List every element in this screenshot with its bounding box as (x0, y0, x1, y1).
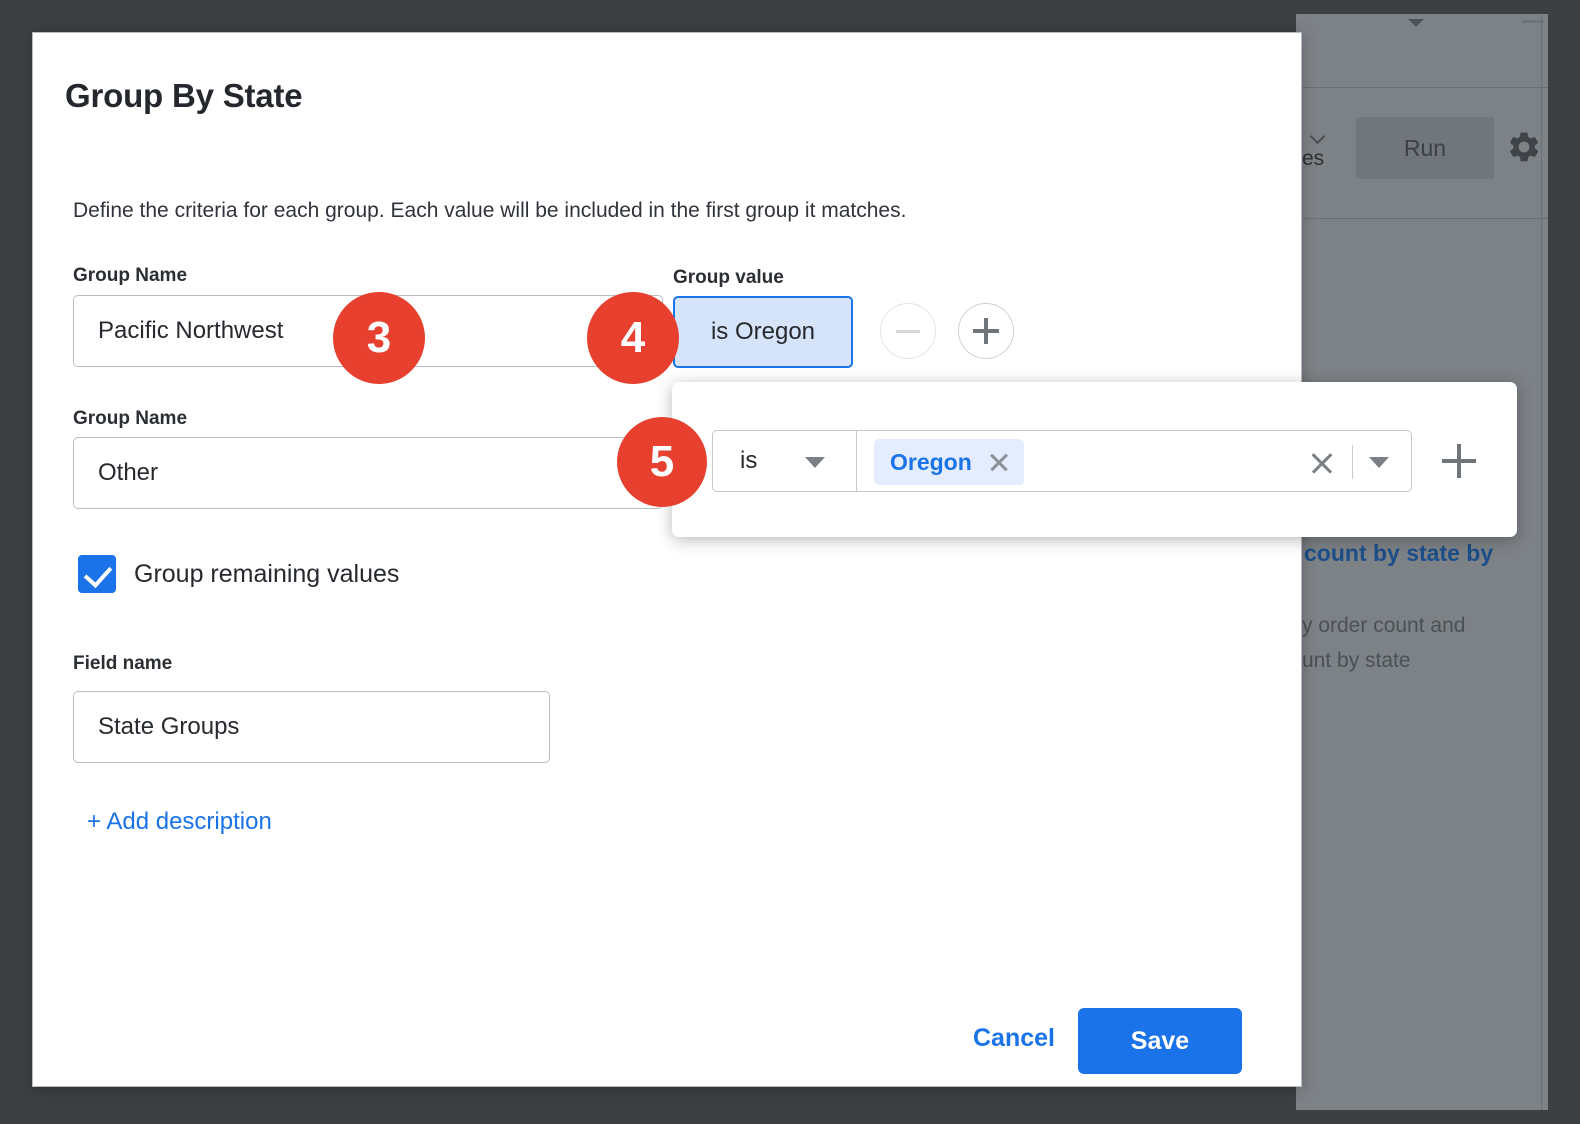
plus-icon[interactable] (1442, 444, 1476, 478)
field-name-label: Field name (73, 653, 172, 675)
chevron-down-icon (1408, 19, 1424, 27)
field-name-input[interactable]: State Groups (73, 691, 550, 763)
chevron-down-icon (1312, 131, 1325, 139)
minus-icon[interactable] (880, 303, 936, 359)
step-badge-4: 4 (587, 292, 679, 384)
run-button: Run (1356, 117, 1494, 179)
dialog-description: Define the criteria for each group. Each… (73, 199, 906, 223)
group-name-label-2: Group Name (73, 408, 187, 430)
clear-icon[interactable] (1309, 450, 1335, 476)
background-dropdown-label: es (1302, 147, 1324, 171)
gear-icon (1506, 129, 1542, 165)
filter-value-chip-label: Oregon (890, 449, 972, 476)
group-remaining-values-checkbox[interactable] (78, 555, 116, 593)
step-badge-3: 3 (333, 292, 425, 384)
caret-down-icon[interactable] (1369, 457, 1389, 468)
step-badge-5: 5 (617, 417, 707, 507)
group-by-state-dialog: Group By State Define the criteria for e… (32, 32, 1302, 1087)
group-name-input-2[interactable]: Other (73, 437, 663, 509)
background-body-text-line-1: y order count and (1302, 614, 1465, 638)
background-application: es Run count by state by y order count a… (1296, 14, 1548, 1110)
plus-icon[interactable] (958, 303, 1014, 359)
background-body-text-line-2: unt by state (1302, 649, 1411, 673)
filter-values-field[interactable]: Oregon (857, 430, 1412, 492)
group-name-label-1: Group Name (73, 265, 187, 287)
cancel-button[interactable]: Cancel (939, 1008, 1089, 1068)
close-icon[interactable] (988, 451, 1010, 473)
group-value-chip-1[interactable]: is Oregon (673, 296, 853, 368)
background-toolbar: es Run (1296, 89, 1548, 219)
filter-field-divider (1352, 445, 1353, 479)
save-button[interactable]: Save (1078, 1008, 1242, 1074)
background-panel-divider (1541, 14, 1542, 1110)
group-value-label: Group value (673, 267, 784, 289)
filter-value-chip[interactable]: Oregon (874, 439, 1024, 485)
caret-down-icon (805, 457, 825, 468)
add-description-link[interactable]: + Add description (87, 808, 272, 836)
group-remaining-values-label: Group remaining values (134, 560, 399, 589)
filter-popover: is Oregon (672, 382, 1517, 537)
filter-operator-dropdown[interactable]: is (712, 430, 857, 492)
page-title: Group By State (65, 77, 302, 115)
group-remaining-values-row[interactable]: Group remaining values (78, 555, 399, 593)
background-report-heading: count by state by (1304, 540, 1493, 567)
background-top-bar (1296, 14, 1548, 88)
filter-operator-label: is (740, 447, 757, 475)
